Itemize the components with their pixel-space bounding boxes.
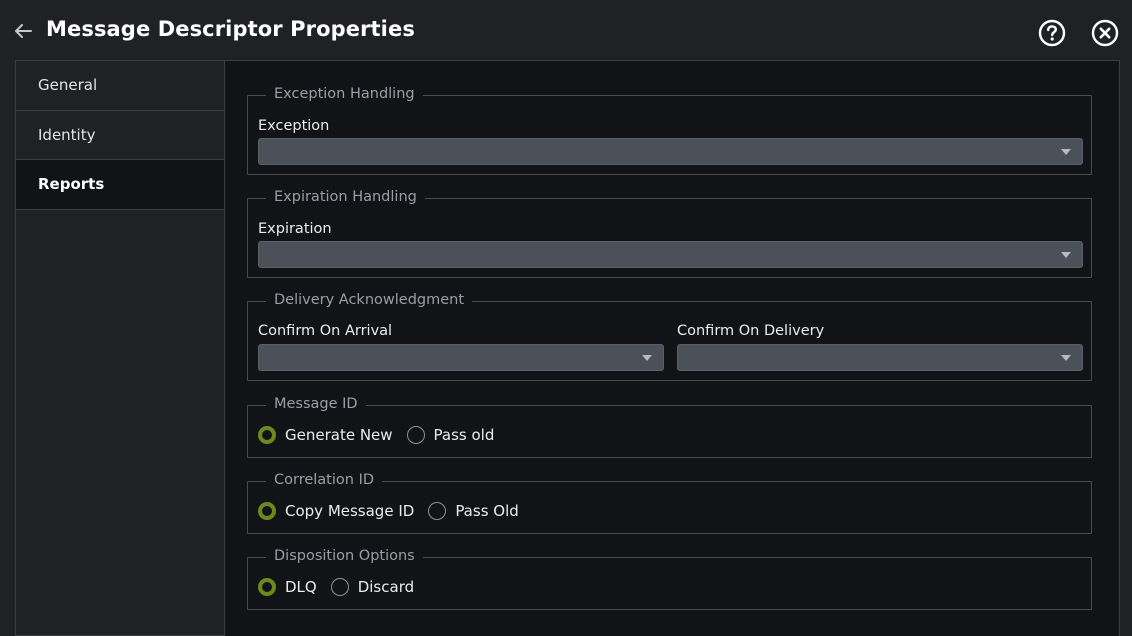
- header: Message Descriptor Properties: [0, 0, 1132, 62]
- caret-down-icon: [642, 355, 652, 361]
- sidebar-nav: General Identity Reports: [15, 60, 225, 636]
- group-legend: Exception Handling: [266, 86, 423, 102]
- pass-old-radio[interactable]: [428, 502, 447, 520]
- disposition-radio-group: DLQ Discard: [258, 578, 428, 596]
- arrow-left-icon[interactable]: [12, 20, 34, 42]
- close-circle-icon[interactable]: [1090, 18, 1120, 48]
- sidebar-item-reports[interactable]: Reports: [16, 160, 224, 210]
- generate-new-radio[interactable]: [258, 426, 276, 444]
- exception-handling-group: Exception Handling Exception: [247, 86, 1092, 175]
- group-legend: Disposition Options: [266, 548, 423, 564]
- sidebar-item-general[interactable]: General: [16, 61, 224, 111]
- delivery-ack-group: Delivery Acknowledgment Confirm On Arriv…: [247, 292, 1092, 381]
- pass-old-label[interactable]: Pass Old: [455, 502, 518, 520]
- confirm-delivery-select[interactable]: [677, 344, 1083, 371]
- main-panel: Exception Handling Exception Expiration …: [225, 60, 1120, 636]
- confirm-arrival-select[interactable]: [258, 344, 664, 371]
- exception-select[interactable]: [258, 138, 1083, 165]
- group-legend: Expiration Handling: [266, 189, 425, 205]
- expiration-select[interactable]: [258, 241, 1083, 268]
- dlq-radio[interactable]: [258, 578, 276, 596]
- caret-down-icon: [1061, 252, 1071, 258]
- group-legend: Message ID: [266, 396, 366, 412]
- correlation-id-group: Correlation ID Copy Message ID Pass Old: [247, 472, 1092, 534]
- copy-message-id-radio[interactable]: [258, 502, 276, 520]
- copy-message-id-label[interactable]: Copy Message ID: [285, 502, 414, 520]
- question-circle-icon[interactable]: [1037, 18, 1067, 48]
- sidebar-item-label: Identity: [38, 125, 96, 144]
- page-title: Message Descriptor Properties: [46, 17, 415, 41]
- discard-label[interactable]: Discard: [358, 578, 414, 596]
- caret-down-icon: [1061, 355, 1071, 361]
- disposition-options-group: Disposition Options DLQ Discard: [247, 548, 1092, 610]
- message-id-radio-group: Generate New Pass old: [258, 426, 508, 444]
- caret-down-icon: [1061, 149, 1071, 155]
- sidebar-item-label: Reports: [38, 175, 105, 194]
- group-legend: Delivery Acknowledgment: [266, 292, 473, 308]
- expiration-label: Expiration: [258, 221, 332, 237]
- message-id-group: Message ID Generate New Pass old: [247, 396, 1092, 458]
- pass-old-label[interactable]: Pass old: [434, 426, 495, 444]
- confirm-arrival-label: Confirm On Arrival: [258, 323, 393, 339]
- generate-new-label[interactable]: Generate New: [285, 426, 393, 444]
- correlation-id-radio-group: Copy Message ID Pass Old: [258, 502, 533, 520]
- exception-label: Exception: [258, 118, 330, 134]
- pass-old-radio[interactable]: [406, 426, 425, 444]
- discard-radio[interactable]: [330, 578, 349, 596]
- group-legend: Correlation ID: [266, 472, 383, 488]
- confirm-delivery-label: Confirm On Delivery: [677, 323, 825, 339]
- dlq-label[interactable]: DLQ: [285, 578, 317, 596]
- expiration-handling-group: Expiration Handling Expiration: [247, 189, 1092, 278]
- sidebar-item-label: General: [38, 76, 98, 95]
- sidebar-item-identity[interactable]: Identity: [16, 111, 224, 160]
